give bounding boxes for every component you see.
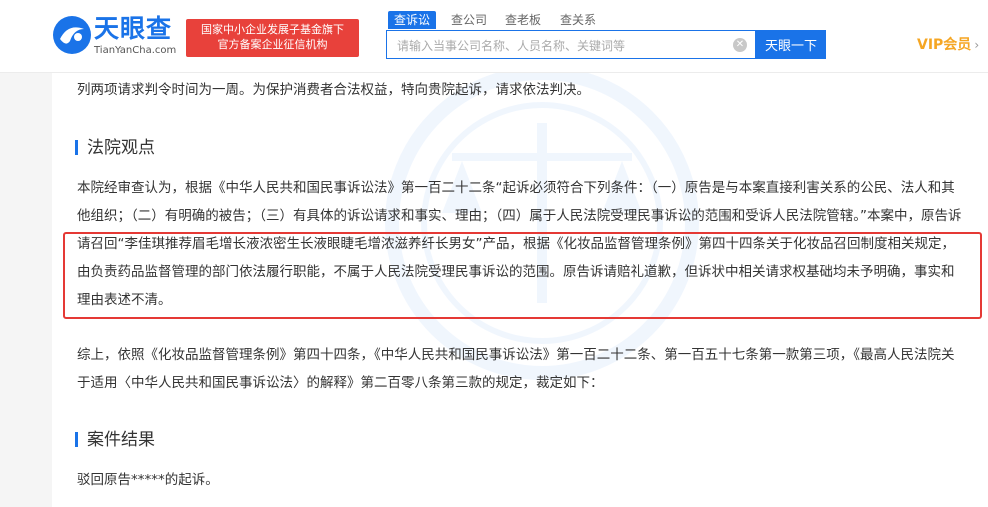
section-title-court-opinion: 法院观点	[75, 137, 155, 159]
highlight-box	[63, 232, 982, 319]
intro-paragraph: 列两项请求判令时间为一周。为保护消费者合法权益，特向贵院起诉，请求依法判决。	[77, 82, 590, 98]
tab-relation[interactable]: 查关系	[560, 11, 596, 29]
logo-text: 天眼查	[94, 14, 173, 43]
summary-paragraph: 综上，依照《化妆品监督管理条例》第四十四条，《中华人民共和国民事诉讼法》第一百二…	[77, 347, 955, 391]
clear-icon[interactable]: ✕	[733, 38, 747, 52]
section-title-case-result: 案件结果	[75, 429, 155, 451]
tab-company[interactable]: 查公司	[451, 11, 487, 29]
search-box: ✕	[386, 30, 756, 60]
chevron-right-icon: ›	[974, 38, 980, 52]
vip-member-link[interactable]: VIP会员 ›	[917, 36, 979, 54]
vip-label: VIP会员	[917, 37, 972, 53]
section-title-text: 法院观点	[87, 138, 155, 158]
judgment-content: 列两项请求判令时间为一周。为保护消费者合法权益，特向贵院起诉，请求依法判决。 法…	[52, 73, 988, 507]
official-badge: 国家中小企业发展子基金旗下 官方备案企业征信机构	[186, 19, 359, 57]
search-button[interactable]: 天眼一下	[756, 30, 826, 59]
logo-subtext: TianYanCha.com	[94, 45, 177, 56]
case-result-paragraph: 驳回原告*****的起诉。	[77, 472, 219, 488]
tab-litigation[interactable]: 查诉讼	[388, 11, 437, 29]
search-input[interactable]	[395, 31, 729, 60]
section-marker-icon	[75, 140, 78, 155]
section-marker-icon	[75, 432, 78, 447]
site-logo[interactable]: 天眼查 TianYanCha.com	[52, 14, 182, 60]
logo-icon	[53, 16, 91, 54]
top-header: 天眼查 TianYanCha.com 国家中小企业发展子基金旗下 官方备案企业征…	[0, 0, 988, 73]
section-title-text: 案件结果	[87, 430, 155, 450]
badge-line-1: 国家中小企业发展子基金旗下	[201, 23, 344, 36]
tab-boss[interactable]: 查老板	[505, 11, 541, 29]
badge-line-2: 官方备案企业征信机构	[217, 38, 328, 51]
